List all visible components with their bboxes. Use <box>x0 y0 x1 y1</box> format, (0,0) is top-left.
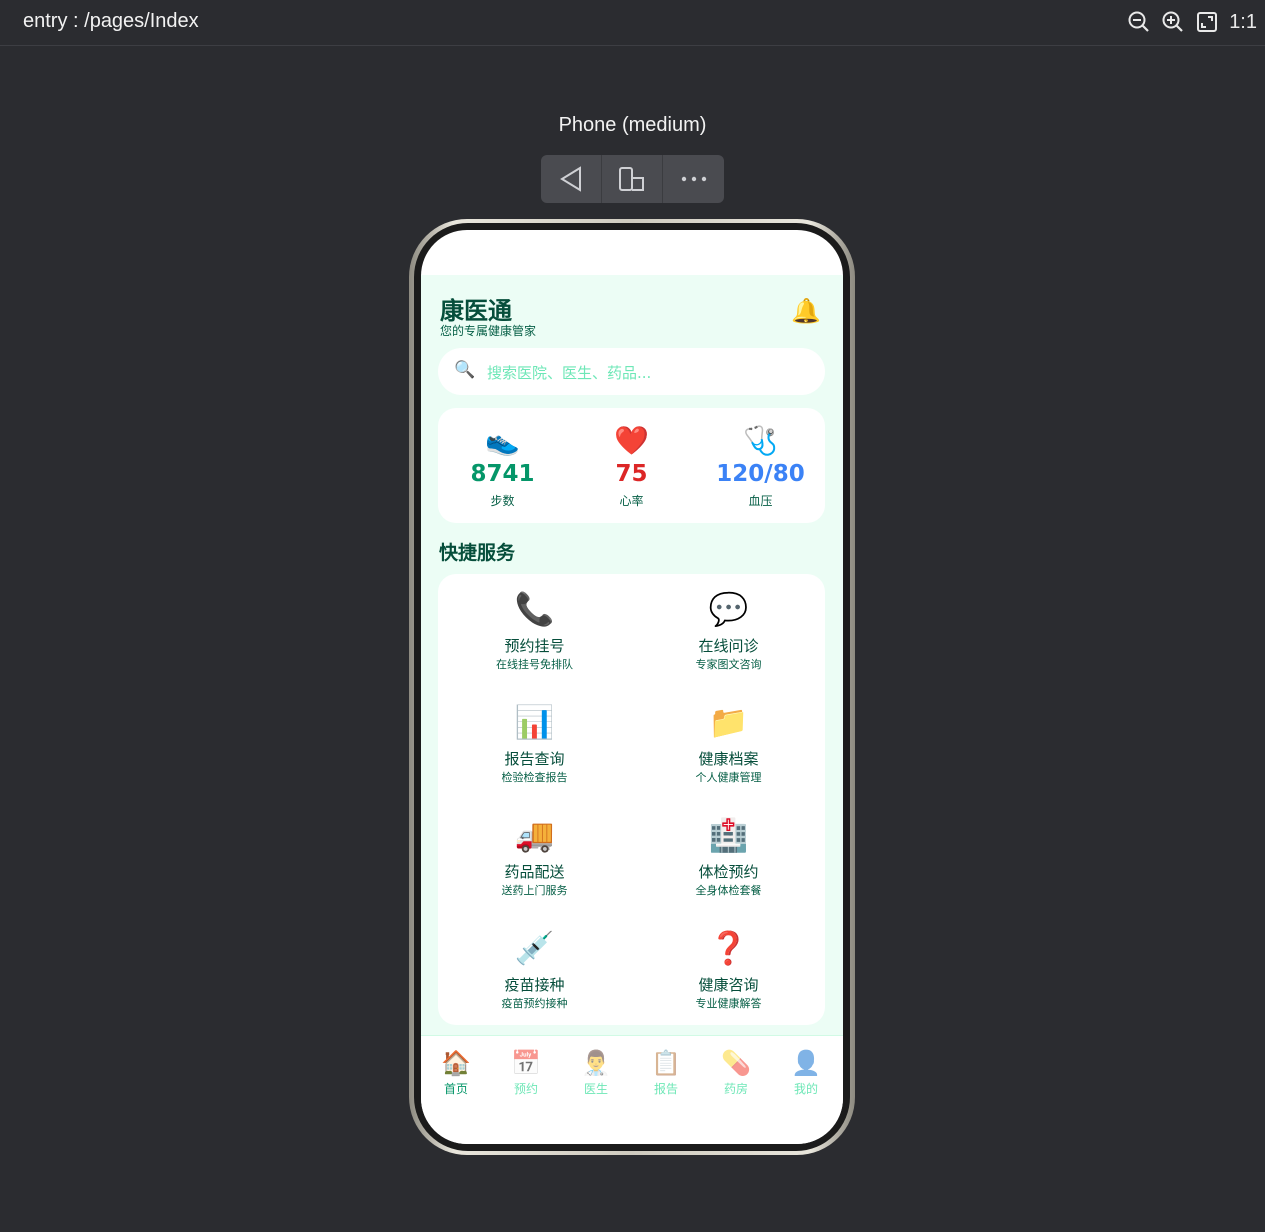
app-subtitle: 您的专属健康管家 <box>440 324 537 338</box>
tab-label: 我的 <box>793 1082 818 1096</box>
service-desc: 疫苗预约接种 <box>501 997 568 1010</box>
house-icon: 🏠 <box>441 1049 471 1077</box>
zoom-in-icon[interactable] <box>1161 10 1185 34</box>
service-online-consult[interactable]: 💬 在线问诊 专家图文咨询 <box>632 574 825 687</box>
search-bar[interactable]: 🔍 搜索医院、医生、药品... <box>438 348 825 395</box>
service-name: 疫苗接种 <box>504 976 565 994</box>
tab-home[interactable]: 🏠 首页 <box>421 1048 491 1097</box>
service-health-consult[interactable]: ❓ 健康咨询 专业健康解答 <box>632 913 825 1026</box>
user-icon: 👤 <box>791 1049 821 1077</box>
app-title: 康医通 <box>440 297 512 325</box>
service-vaccine[interactable]: 💉 疫苗接种 疫苗预约接种 <box>438 913 631 1026</box>
service-desc: 检验检查报告 <box>501 771 568 784</box>
search-placeholder: 搜索医院、医生、药品... <box>487 364 652 382</box>
service-appointment[interactable]: 📞 预约挂号 在线挂号免排队 <box>438 574 631 687</box>
more-button[interactable] <box>663 155 724 203</box>
stat-label: 心率 <box>619 494 644 508</box>
service-desc: 全身体检套餐 <box>695 884 762 897</box>
question-mark-icon: ❓ <box>708 929 749 967</box>
zoom-reset-button[interactable]: 1:1 <box>1229 10 1257 34</box>
rotate-device-icon <box>619 167 644 191</box>
service-name: 药品配送 <box>504 863 565 881</box>
service-desc: 个人健康管理 <box>695 771 762 784</box>
back-button[interactable] <box>541 155 602 203</box>
zoom-tools: 1:1 <box>1127 10 1257 34</box>
service-name: 在线问诊 <box>698 637 759 655</box>
health-stats-card: 👟 8741 步数 ❤️ 75 心率 🩺 120/80 血压 <box>438 408 825 523</box>
tab-appointment[interactable]: 📅 预约 <box>491 1048 561 1097</box>
truck-icon: 🚚 <box>514 816 555 854</box>
section-title: 快捷服务 <box>439 542 516 564</box>
hospital-icon: 🏥 <box>708 816 749 854</box>
stat-value: 8741 <box>470 461 535 487</box>
tab-pharmacy[interactable]: 💊 药房 <box>701 1048 771 1097</box>
service-name: 健康档案 <box>698 750 759 768</box>
home-content: 康医通 您的专属健康管家 🔔 🔍 搜索医院、医生、药品... 👟 8741 步数… <box>421 275 843 1035</box>
tab-report[interactable]: 📋 报告 <box>631 1048 701 1097</box>
bottom-tab-bar: 🏠 首页 📅 预约 👨‍⚕️ 医生 📋 报告 💊 药房 👤 我的 <box>421 1035 843 1144</box>
service-desc: 在线挂号免排队 <box>496 658 573 671</box>
doctor-icon: 👨‍⚕️ <box>581 1049 611 1077</box>
tab-label: 预约 <box>513 1082 538 1096</box>
stat-steps[interactable]: 👟 8741 步数 <box>438 408 567 523</box>
stethoscope-icon: 🩺 <box>743 424 778 457</box>
chat-bubble-icon: 💬 <box>708 590 749 628</box>
calendar-icon: 📅 <box>511 1049 541 1077</box>
zoom-out-icon[interactable] <box>1127 10 1151 34</box>
stat-label: 步数 <box>490 494 515 508</box>
tab-label: 医生 <box>583 1082 608 1096</box>
stat-heart-rate[interactable]: ❤️ 75 心率 <box>567 408 696 523</box>
service-checkup[interactable]: 🏥 体检预约 全身体检套餐 <box>632 800 825 913</box>
bar-chart-icon: 📊 <box>514 703 555 741</box>
rotate-button[interactable] <box>602 155 663 203</box>
bell-icon[interactable]: 🔔 <box>791 297 821 325</box>
service-name: 报告查询 <box>504 750 565 768</box>
phone-icon: 📞 <box>514 590 555 628</box>
service-desc: 专家图文咨询 <box>695 658 762 671</box>
folder-icon: 📁 <box>708 703 749 741</box>
clipboard-icon: 📋 <box>651 1049 681 1077</box>
service-name: 体检预约 <box>698 863 759 881</box>
search-icon: 🔍 <box>454 360 476 380</box>
service-reports[interactable]: 📊 报告查询 检验检查报告 <box>438 687 631 800</box>
tab-label: 药房 <box>723 1082 748 1096</box>
pill-icon: 💊 <box>721 1049 751 1077</box>
fit-screen-icon[interactable] <box>1195 10 1219 34</box>
tab-profile[interactable]: 👤 我的 <box>771 1048 841 1097</box>
syringe-icon: 💉 <box>514 929 555 967</box>
service-desc: 专业健康解答 <box>695 997 762 1010</box>
service-health-records[interactable]: 📁 健康档案 个人健康管理 <box>632 687 825 800</box>
tab-label: 首页 <box>443 1082 468 1096</box>
previewer-toolbar: entry : /pages/Index 1:1 <box>0 0 1265 46</box>
service-name: 预约挂号 <box>504 637 565 655</box>
sneaker-icon: 👟 <box>485 424 520 457</box>
service-drug-delivery[interactable]: 🚚 药品配送 送药上门服务 <box>438 800 631 913</box>
page-route: entry : /pages/Index <box>23 10 199 32</box>
phone-screen: 康医通 您的专属健康管家 🔔 🔍 搜索医院、医生、药品... 👟 8741 步数… <box>421 230 843 1144</box>
device-controls <box>541 155 724 203</box>
tab-label: 报告 <box>653 1082 678 1096</box>
stat-value: 120/80 <box>716 461 805 487</box>
heart-icon: ❤️ <box>614 424 649 457</box>
tab-doctor[interactable]: 👨‍⚕️ 医生 <box>561 1048 631 1097</box>
stat-blood-pressure[interactable]: 🩺 120/80 血压 <box>696 408 825 523</box>
services-grid: 📞 预约挂号 在线挂号免排队 💬 在线问诊 专家图文咨询 📊 报告查询 检验检查… <box>438 574 825 1025</box>
service-desc: 送药上门服务 <box>501 884 568 897</box>
more-dots-icon <box>681 176 706 182</box>
back-triangle-icon <box>560 166 581 192</box>
stat-label: 血压 <box>748 494 773 508</box>
device-label: Phone (medium) <box>558 114 707 136</box>
stat-value: 75 <box>615 461 648 487</box>
service-name: 健康咨询 <box>698 976 759 994</box>
